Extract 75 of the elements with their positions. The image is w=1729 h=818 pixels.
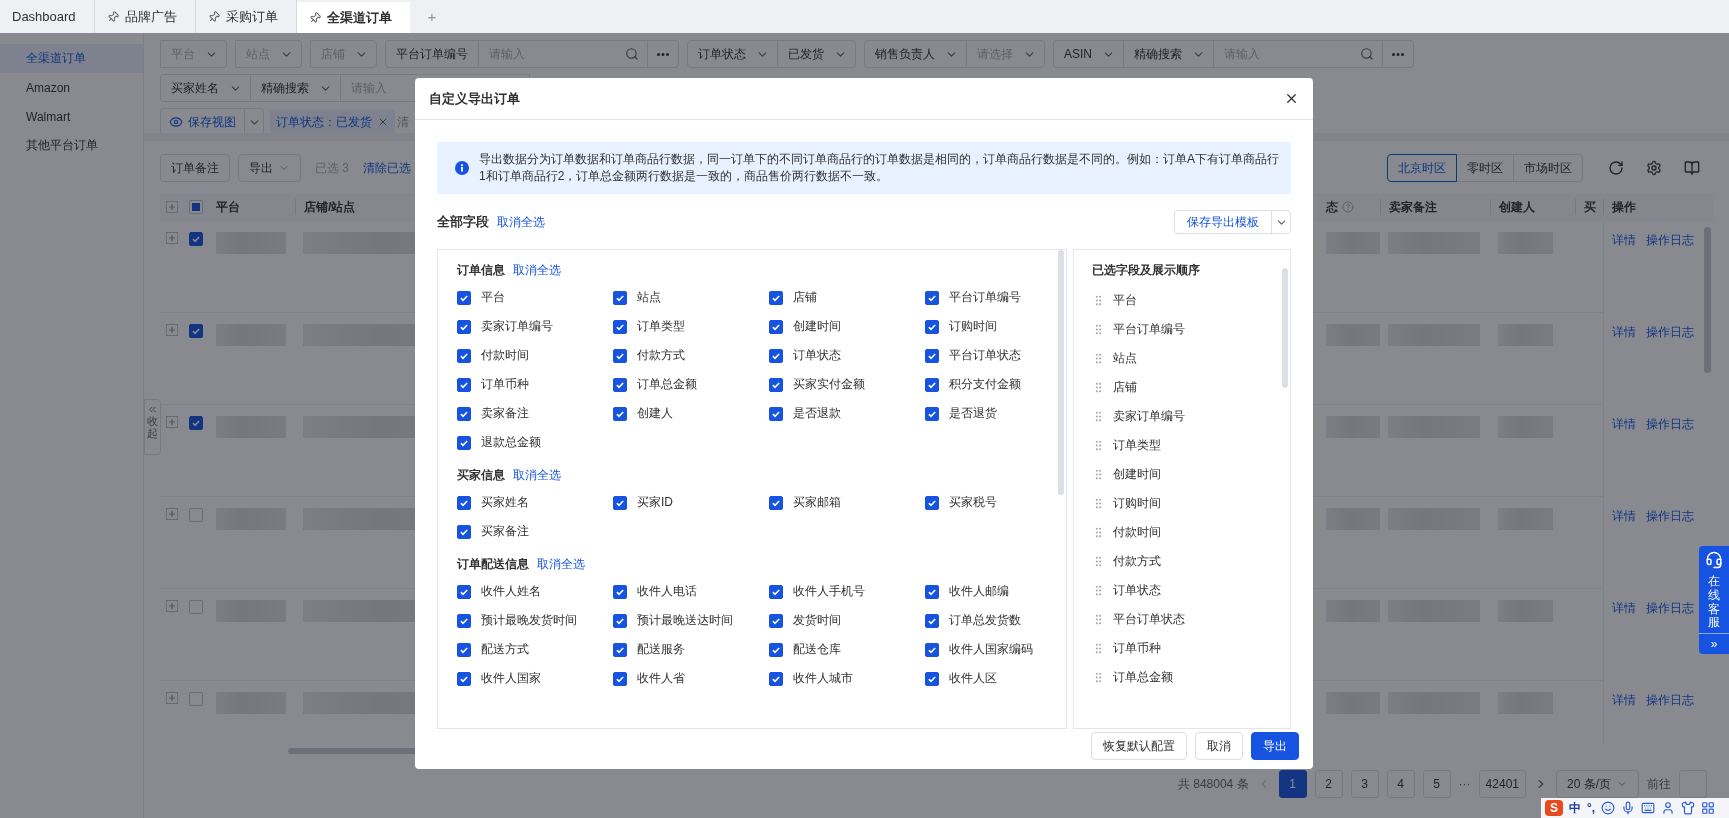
field-label: 收件人手机号 (793, 583, 865, 600)
field-label: 卖家备注 (481, 405, 529, 422)
field-label: 买家姓名 (481, 494, 529, 511)
field-label: 配送服务 (637, 641, 685, 658)
selected-field-label: 订单总金额 (1113, 669, 1173, 686)
panel-title: 已选字段及展示顺序 (1092, 261, 1201, 279)
field-label: 订单币种 (481, 376, 529, 393)
group-title: 买家信息 (457, 466, 505, 484)
field-label: 退款总金额 (481, 434, 541, 451)
group-title: 订单配送信息 (457, 555, 529, 573)
field-label: 收件人省 (637, 670, 685, 687)
selected-field-label: 订单状态 (1113, 582, 1161, 599)
field-label: 买家邮箱 (793, 494, 841, 511)
field-label: 平台订单状态 (949, 347, 1021, 364)
selected-field-label: 订购时间 (1113, 495, 1161, 512)
field-label: 收件人区 (949, 670, 997, 687)
field-label: 付款方式 (637, 347, 685, 364)
field-label: 积分支付金额 (949, 376, 1021, 393)
selected-field-label: 创建时间 (1113, 466, 1161, 483)
field-label: 是否退货 (949, 405, 997, 422)
field-label: 预计最晚发货时间 (481, 612, 577, 629)
field-label: 买家ID (637, 494, 673, 511)
selected-field-label: 店铺 (1113, 379, 1137, 396)
field-label: 站点 (637, 289, 661, 306)
field-label: 是否退款 (793, 405, 841, 422)
field-label: 买家实付金额 (793, 376, 865, 393)
field-label: 店铺 (793, 289, 817, 306)
field-label: 收件人城市 (793, 670, 853, 687)
column-header: 买 (1584, 199, 1596, 215)
field-label: 平台订单编号 (949, 289, 1021, 306)
section-title: 全部字段 (437, 213, 489, 231)
selected-field-label: 付款时间 (1113, 524, 1161, 541)
field-label: 创建人 (637, 405, 673, 422)
field-label: 付款时间 (481, 347, 529, 364)
field-label: 收件人邮编 (949, 583, 1009, 600)
field-label: 预计最晚送达时间 (637, 612, 733, 629)
column-header: 态 (1326, 199, 1338, 215)
field-label: 创建时间 (793, 318, 841, 335)
field-label: 发货时间 (793, 612, 841, 629)
field-label: 收件人国家编码 (949, 641, 1033, 658)
column-header: 操作 (1612, 199, 1636, 215)
selected-field-label: 订单类型 (1113, 437, 1161, 454)
group-title: 订单信息 (457, 261, 505, 279)
column-header: 创建人 (1499, 199, 1535, 215)
selected-field-label: 平台订单状态 (1113, 611, 1185, 628)
field-label: 平台 (481, 289, 505, 306)
selected-field-label: 订单币种 (1113, 640, 1161, 657)
selected-field-label: 付款方式 (1113, 553, 1161, 570)
field-label: 订单状态 (793, 347, 841, 364)
column-header: 卖家备注 (1389, 199, 1437, 215)
field-label: 订单类型 (637, 318, 685, 335)
field-label: 订单总金额 (637, 376, 697, 393)
field-label: 平台订单编号 (385, 40, 479, 68)
field-label: 订单总发货数 (949, 612, 1021, 629)
column-header: 平台 (216, 199, 240, 215)
goto-label: 前往 (1647, 775, 1671, 793)
field-label: 收件人电话 (637, 583, 697, 600)
filter-tag-label: 订单状态：已发货 (276, 113, 372, 131)
field-label: 收件人姓名 (481, 583, 541, 600)
total-count: 共 848004 条 (1177, 775, 1249, 793)
page-ellipsis: ··· (1458, 777, 1471, 791)
selected-field-label: 平台 (1113, 292, 1137, 309)
field-label: 配送方式 (481, 641, 529, 658)
selected-field-label: 站点 (1113, 350, 1137, 367)
field-label: 买家税号 (949, 494, 997, 511)
selected-field-label: 平台订单编号 (1113, 321, 1185, 338)
field-label: 卖家订单编号 (481, 318, 553, 335)
field-label: 收件人国家 (481, 670, 541, 687)
field-label: 订购时间 (949, 318, 997, 335)
dialog-title: 自定义导出订单 (429, 89, 520, 108)
info-text: 导出数据分为订单数据和订单商品行数据，同一订单下的不同订单商品行的订单数据是相同的，订单商品行数据是不同的。例如：订单A下有订单商品行1和订单商品行2，订单总金额两行数据是一致的，商品售价两行数据不一致。 (479, 151, 1279, 185)
field-label: 买家备注 (481, 523, 529, 540)
field-label: 配送仓库 (793, 641, 841, 658)
column-header: 店铺/站点 (304, 199, 356, 215)
selected-field-label: 卖家订单编号 (1113, 408, 1185, 425)
